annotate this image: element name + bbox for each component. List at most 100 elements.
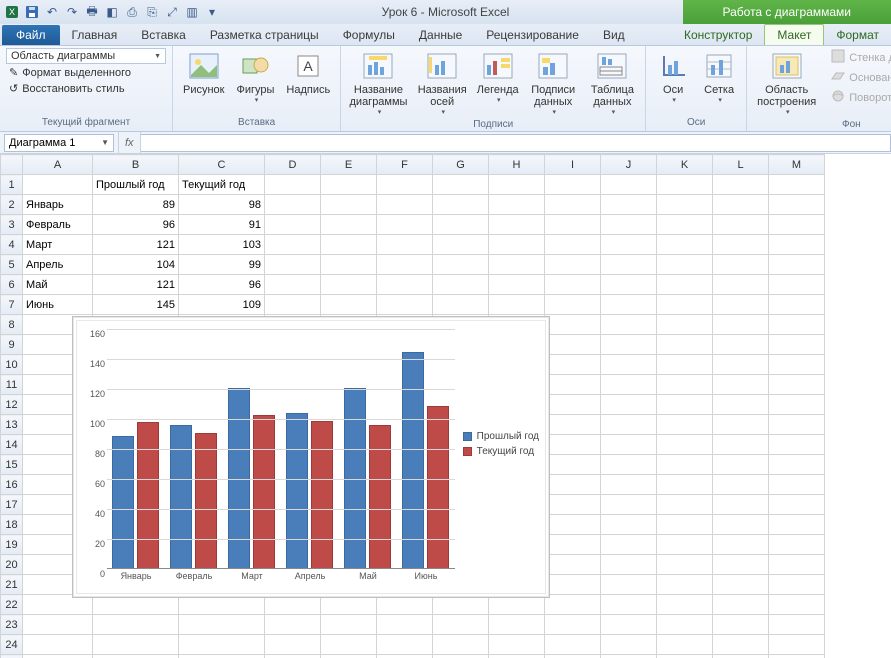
row-header[interactable]: 7 [1, 295, 23, 315]
cell[interactable] [321, 635, 377, 655]
bar[interactable] [402, 352, 424, 570]
undo-icon[interactable]: ↶ [44, 4, 60, 20]
cell[interactable] [489, 635, 545, 655]
cell[interactable] [657, 195, 713, 215]
cell[interactable]: Март [23, 235, 93, 255]
cell[interactable]: 89 [93, 195, 179, 215]
cell[interactable] [769, 535, 825, 555]
cell[interactable] [321, 215, 377, 235]
cell[interactable] [769, 655, 825, 658]
cell[interactable]: Февраль [23, 215, 93, 235]
cell[interactable] [601, 215, 657, 235]
axes-button[interactable]: Оси▾ [652, 48, 694, 106]
cell[interactable] [769, 275, 825, 295]
cell[interactable] [769, 195, 825, 215]
cell[interactable] [713, 195, 769, 215]
cell[interactable] [769, 295, 825, 315]
cell[interactable] [769, 595, 825, 615]
cell[interactable] [601, 415, 657, 435]
cell[interactable] [601, 475, 657, 495]
cell[interactable] [601, 575, 657, 595]
row-header[interactable]: 1 [1, 175, 23, 195]
bar[interactable] [195, 433, 217, 570]
cell[interactable]: Январь [23, 195, 93, 215]
bar[interactable] [286, 413, 308, 569]
cell[interactable] [545, 215, 601, 235]
cell[interactable] [545, 455, 601, 475]
cell[interactable] [545, 375, 601, 395]
tab-data[interactable]: Данные [407, 25, 474, 45]
row-header[interactable]: 17 [1, 495, 23, 515]
row-header[interactable]: 4 [1, 235, 23, 255]
reset-style-button[interactable]: ↺ Восстановить стиль [6, 81, 166, 96]
cell[interactable] [265, 235, 321, 255]
cell[interactable] [377, 195, 433, 215]
cell[interactable] [433, 215, 489, 235]
cell[interactable] [713, 435, 769, 455]
cell[interactable] [545, 335, 601, 355]
cell[interactable] [433, 275, 489, 295]
cell[interactable] [769, 235, 825, 255]
cell[interactable] [769, 435, 825, 455]
cell[interactable] [545, 315, 601, 335]
cell[interactable] [769, 335, 825, 355]
cell[interactable] [377, 635, 433, 655]
cell[interactable] [657, 495, 713, 515]
row-header[interactable]: 24 [1, 635, 23, 655]
cell[interactable] [657, 215, 713, 235]
cell[interactable] [601, 595, 657, 615]
cell[interactable] [545, 535, 601, 555]
cell[interactable] [657, 635, 713, 655]
cell[interactable] [23, 175, 93, 195]
row-header[interactable]: 11 [1, 375, 23, 395]
cell[interactable] [713, 595, 769, 615]
tab-chart-layout[interactable]: Макет [764, 24, 824, 45]
cell[interactable] [601, 275, 657, 295]
row-header[interactable]: 15 [1, 455, 23, 475]
axis-titles-button[interactable]: Названия осей▾ [414, 48, 471, 118]
cell[interactable]: 109 [179, 295, 265, 315]
cell[interactable] [489, 275, 545, 295]
cell[interactable] [377, 615, 433, 635]
cell[interactable] [713, 615, 769, 635]
cell[interactable] [545, 295, 601, 315]
cell[interactable] [545, 355, 601, 375]
cell[interactable] [265, 195, 321, 215]
bar[interactable] [253, 415, 275, 570]
cell[interactable] [769, 635, 825, 655]
shapes-button[interactable]: Фигуры▾ [233, 48, 279, 106]
qat-icon-6[interactable]: ▥ [184, 4, 200, 20]
tab-chart-format[interactable]: Формат [824, 25, 891, 45]
cell[interactable] [769, 375, 825, 395]
cell[interactable] [713, 335, 769, 355]
bar[interactable] [311, 421, 333, 570]
embedded-chart[interactable]: 020406080100120140160 ЯнварьФевральМартА… [72, 316, 550, 598]
column-header[interactable]: I [545, 155, 601, 175]
cell[interactable] [769, 395, 825, 415]
cell[interactable] [321, 175, 377, 195]
cell[interactable] [433, 195, 489, 215]
qat-icon-3[interactable]: ⎙ [124, 4, 140, 20]
cell[interactable]: 121 [93, 275, 179, 295]
cell[interactable] [769, 315, 825, 335]
row-header[interactable]: 25 [1, 655, 23, 658]
cell[interactable] [657, 355, 713, 375]
tab-chart-design[interactable]: Конструктор [672, 25, 764, 45]
qat-icon-4[interactable]: ⎘ [144, 4, 160, 20]
row-header[interactable]: 18 [1, 515, 23, 535]
column-header[interactable]: L [713, 155, 769, 175]
cell[interactable] [265, 255, 321, 275]
cell[interactable] [657, 515, 713, 535]
tab-view[interactable]: Вид [591, 25, 637, 45]
tab-insert[interactable]: Вставка [129, 25, 198, 45]
cell[interactable] [713, 215, 769, 235]
cell[interactable] [321, 615, 377, 635]
chart-title-button[interactable]: Название диаграммы▾ [347, 48, 409, 118]
cell[interactable] [23, 655, 93, 658]
data-labels-button[interactable]: Подписи данных▾ [525, 48, 582, 118]
cell[interactable] [657, 595, 713, 615]
qat-customize-icon[interactable]: ▾ [204, 4, 220, 20]
cell[interactable] [769, 355, 825, 375]
cell[interactable] [601, 435, 657, 455]
cell[interactable] [601, 495, 657, 515]
